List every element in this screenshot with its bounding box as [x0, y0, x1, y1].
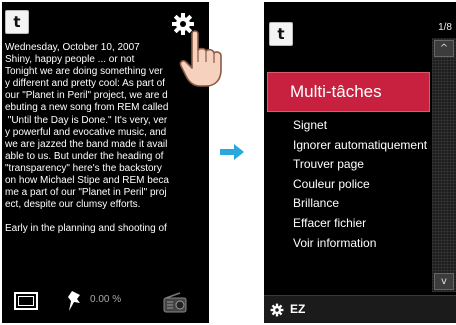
- menu-item-delete-file[interactable]: Effacer fichier: [293, 214, 427, 234]
- back-arrow-icon: t: [277, 25, 285, 43]
- back-button[interactable]: t: [5, 10, 29, 34]
- scroll-down-button[interactable]: v: [434, 273, 454, 290]
- menu-item-bookmark[interactable]: Signet: [293, 116, 427, 136]
- tap-hand-icon: [179, 30, 222, 87]
- menu-item-view-info[interactable]: Voir information: [293, 234, 427, 254]
- bottom-bar: EZ: [264, 295, 456, 323]
- back-arrow-icon: t: [13, 13, 21, 31]
- menu-item-font-color[interactable]: Couleur police: [293, 175, 427, 195]
- gear-icon[interactable]: [270, 303, 284, 317]
- scrollbar[interactable]: ^ v: [432, 38, 456, 292]
- ez-mode-label[interactable]: EZ: [290, 302, 305, 316]
- progress-percent: 0.00 %: [90, 294, 122, 305]
- page-counter: 1/8: [438, 22, 452, 33]
- menu-item-auto-skip[interactable]: Ignorer automatiquement: [293, 136, 427, 156]
- menu-item-brightness[interactable]: Brillance: [293, 194, 427, 214]
- options-menu: Signet Ignorer automatiquement Trouver p…: [293, 116, 427, 253]
- page-view-icon[interactable]: [14, 292, 38, 310]
- radio-icon[interactable]: [162, 292, 188, 314]
- reader-toolbar: 0.00 %: [2, 286, 209, 323]
- menu-title-multitasking[interactable]: Multi-tâches: [267, 72, 430, 112]
- right-arrow-icon: [220, 144, 244, 160]
- menu-screen: t 1/8 ^ v Multi-tâches Signet Ignorer au…: [264, 2, 456, 323]
- back-button[interactable]: t: [269, 22, 293, 46]
- chevron-up-icon: ^: [439, 43, 449, 54]
- chevron-down-icon: v: [441, 276, 447, 287]
- scroll-up-button[interactable]: ^: [434, 40, 454, 57]
- pin-icon[interactable]: [66, 289, 86, 313]
- menu-item-find-page[interactable]: Trouver page: [293, 155, 427, 175]
